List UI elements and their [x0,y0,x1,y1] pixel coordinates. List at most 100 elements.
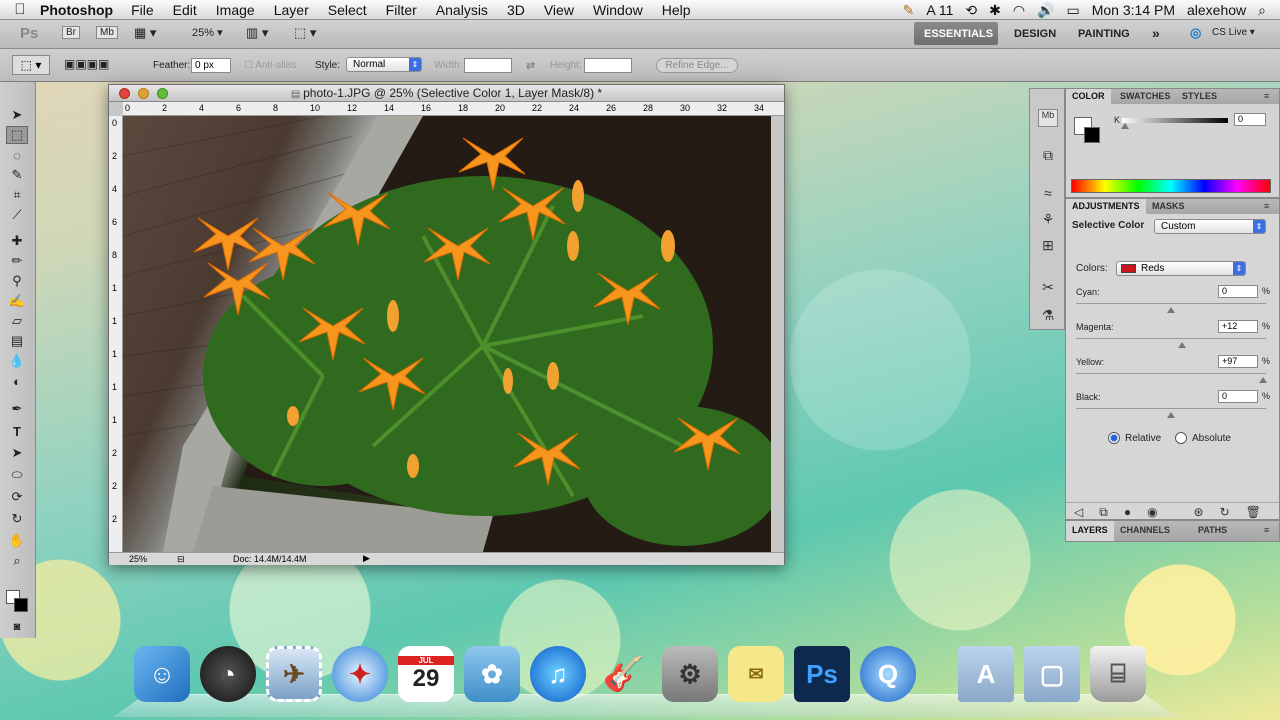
quick-mask-icon[interactable]: ◙ [6,618,28,636]
menu-view[interactable]: View [544,2,574,18]
mini-bridge-button[interactable]: Mb [96,26,118,39]
type-tool-icon[interactable]: T [6,422,28,440]
menu-clock[interactable]: Mon 3:14 PM [1092,2,1175,18]
itunes-icon[interactable]: ♫ [530,646,586,702]
time-machine-icon[interactable]: ⟲ [965,2,977,19]
panel-menu-icon[interactable]: ≡ [1264,201,1269,211]
slider-thumb[interactable] [1178,342,1187,348]
clip-to-layer-icon[interactable]: ● [1124,505,1131,519]
background-color-swatch[interactable] [14,598,28,612]
zoom-tool-icon[interactable]: ⌕ [6,552,28,570]
slider-value-input[interactable]: 0 [1218,390,1258,403]
arrange-documents-icon[interactable]: ▥ ▾ [246,25,268,41]
back-arrow-icon[interactable]: ◁ [1074,505,1083,519]
vertical-ruler[interactable]: 0 2 4 6 8 1 1 1 1 1 2 2 2 [109,116,123,552]
menu-image[interactable]: Image [216,2,255,18]
menu-window[interactable]: Window [593,2,643,18]
zoom-level-select[interactable]: 25% ▾ [192,26,223,39]
history-panel-icon[interactable]: ⧉ [1038,147,1058,165]
ical-icon[interactable]: JUL 29 [398,646,454,702]
display-icon[interactable]: ▭ [1067,2,1080,19]
tab-channels[interactable]: CHANNELS [1120,525,1170,535]
feather-input[interactable]: 0 px [191,58,231,73]
slider-track[interactable] [1076,303,1266,304]
pen-tool-icon[interactable]: ✒ [6,400,28,418]
status-preview-icon[interactable]: ⊟ [177,554,185,565]
brush-tool-icon[interactable]: ✏ [6,252,28,270]
workspace-more-button[interactable]: » [1152,25,1160,41]
cs-live-button[interactable]: CS Live ▾ [1212,27,1255,38]
path-selection-tool-icon[interactable]: ➤ [6,444,28,462]
clone-source-panel-icon[interactable]: ⚘ [1038,211,1058,229]
preset-select[interactable]: Custom ⇕ [1154,219,1266,234]
3d-rotate-tool-icon[interactable]: ⟳ [6,488,28,506]
menu-help[interactable]: Help [662,2,691,18]
crop-tool-icon[interactable]: ⌗ [6,186,28,204]
swap-icon[interactable]: ⇄ [526,59,535,72]
apple-icon[interactable]:  [0,1,40,18]
image-canvas[interactable] [123,116,771,552]
height-input[interactable] [584,58,632,73]
relative-radio[interactable] [1108,432,1120,444]
slider-track[interactable] [1076,408,1266,409]
style-select[interactable]: Normal ⇕ [346,57,422,72]
spectrum-bar[interactable] [1071,179,1271,193]
clone-stamp-tool-icon[interactable]: ⚲ [6,272,28,290]
dodge-tool-icon[interactable]: ◐ [6,372,28,390]
tool-preset-picker[interactable]: ⬚ ▾ [12,55,50,75]
system-preferences-icon[interactable]: ⚙ [662,646,718,702]
lasso-tool-icon[interactable]: ◌ [6,146,28,164]
gradient-tool-icon[interactable]: ▤ [6,332,28,350]
slider-value-input[interactable]: +97 [1218,355,1258,368]
slider-value-input[interactable]: +12 [1218,320,1258,333]
tools-3d-panel-icon[interactable]: ✂ [1038,279,1058,297]
quicktime-icon[interactable]: Q [860,646,916,702]
trash-icon[interactable]: ⌸ [1090,646,1146,702]
refine-edge-button[interactable]: Refine Edge... [656,58,738,73]
menu-user[interactable]: alexehow [1187,2,1246,18]
document-title-bar[interactable]: ▤ photo-1.JPG @ 25% (Selective Color 1, … [109,85,784,102]
delete-trash-icon[interactable]: 🗑 [1246,505,1261,519]
minimize-icon[interactable] [138,88,149,99]
menu-app-name[interactable]: Photoshop [40,2,113,18]
workspace-design[interactable]: DESIGN [1014,28,1056,40]
panel-menu-icon[interactable]: ≡ [1264,525,1269,535]
stamp-panel-icon[interactable]: ⚗ [1038,307,1058,325]
wifi-icon[interactable]: ◠ [1013,2,1025,19]
panel-menu-icon[interactable]: ≡ [1264,91,1269,101]
marquee-tool-icon[interactable]: ⬚ [6,126,28,144]
tab-paths[interactable]: PATHS [1198,525,1227,535]
eraser-tool-icon[interactable]: ▱ [6,312,28,330]
tab-color[interactable]: COLOR [1066,89,1111,104]
safari-icon[interactable]: ✦ [332,646,388,702]
3d-orbit-tool-icon[interactable]: ↻ [6,510,28,528]
workspace-essentials[interactable]: ESSENTIALS [924,28,993,40]
tab-layers[interactable]: LAYERS [1066,521,1114,541]
k-slider-track[interactable] [1122,118,1228,123]
anti-alias-checkbox[interactable]: ☐ Anti-alias [244,60,296,71]
status-menu-arrow-icon[interactable]: ▶ [363,553,370,564]
iphoto-icon[interactable]: ✿ [464,646,520,702]
slider-value-input[interactable]: 0 [1218,285,1258,298]
color-background-swatch[interactable] [1084,127,1100,143]
tab-swatches[interactable]: SWATCHES [1120,91,1170,101]
brushes-panel-icon[interactable]: ≈ [1038,185,1058,203]
menu-edit[interactable]: Edit [173,2,197,18]
tab-styles[interactable]: STYLES [1182,91,1217,101]
k-value-input[interactable]: 0 [1234,113,1266,126]
quick-selection-tool-icon[interactable]: ✎ [6,166,28,184]
absolute-radio[interactable] [1175,432,1187,444]
menu-filter[interactable]: Filter [386,2,417,18]
previous-state-icon[interactable]: ⊛ [1194,505,1204,519]
finder-icon[interactable]: ☺ [134,646,190,702]
slider-thumb[interactable] [1259,377,1268,383]
menu-3d[interactable]: 3D [507,2,525,18]
bridge-button[interactable]: Br [62,26,80,39]
move-tool-icon[interactable]: ➤ [6,106,28,124]
tab-adjustments[interactable]: ADJUSTMENTS [1066,199,1146,214]
colors-select[interactable]: Reds ⇕ [1116,261,1246,276]
slider-thumb[interactable] [1167,307,1175,313]
history-brush-tool-icon[interactable]: ✍ [6,292,28,310]
bluetooth-icon[interactable]: ✱ [989,2,1001,19]
cs-live-icon[interactable]: ◎ [1190,25,1201,41]
